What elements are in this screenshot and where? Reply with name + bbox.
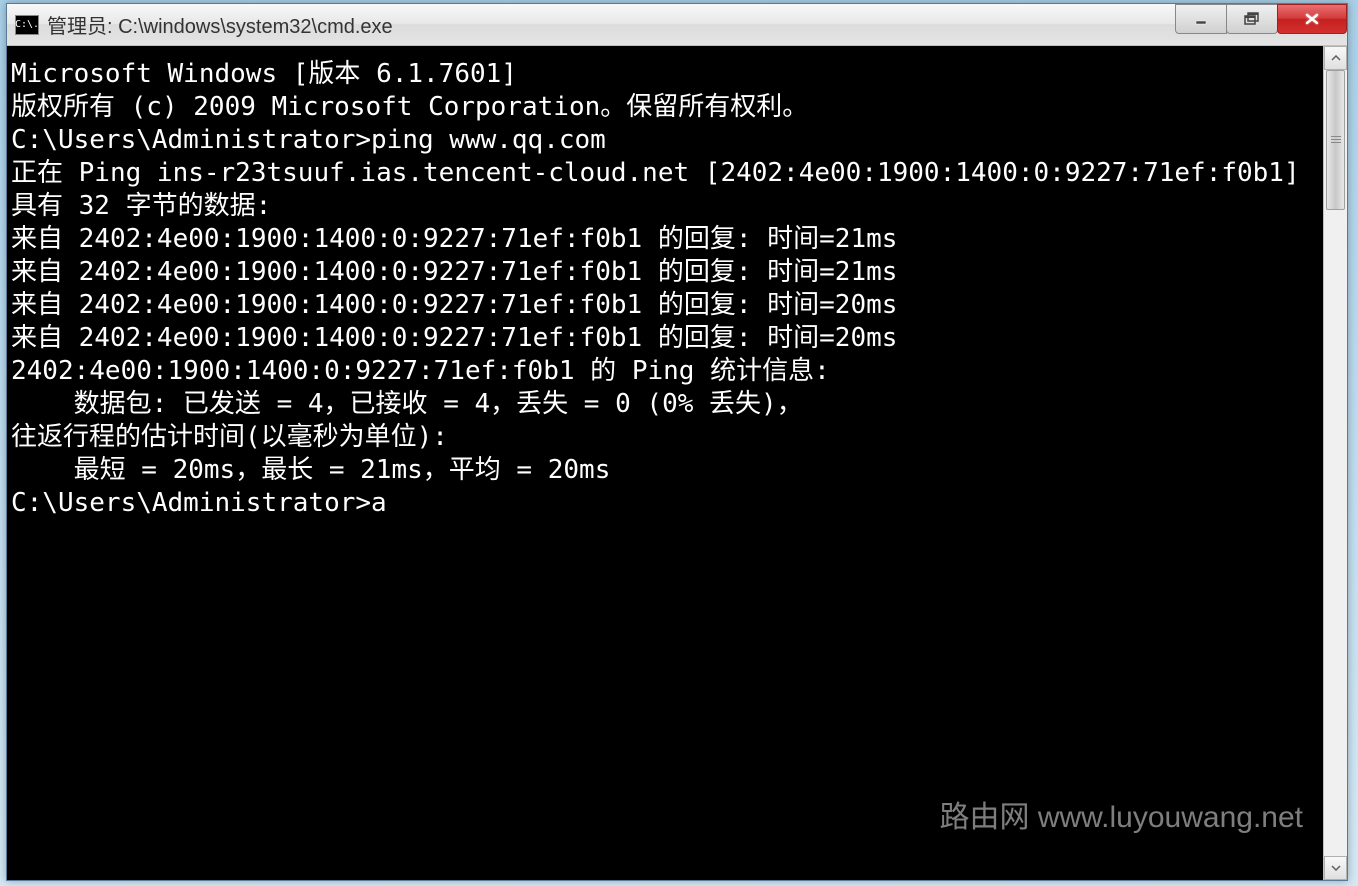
scrollbar: [1323, 46, 1347, 880]
cmd-icon: C:\.: [15, 15, 39, 35]
terminal-line: 正在 Ping ins-r23tsuuf.ias.tencent-cloud.n…: [11, 157, 1323, 223]
close-button[interactable]: [1277, 4, 1347, 34]
content-area: Microsoft Windows [版本 6.1.7601]版权所有 (c) …: [7, 46, 1347, 880]
terminal-line: 版权所有 (c) 2009 Microsoft Corporation。保留所有…: [11, 91, 1323, 124]
window-controls: [1176, 4, 1347, 36]
terminal-output[interactable]: Microsoft Windows [版本 6.1.7601]版权所有 (c) …: [7, 46, 1323, 880]
scroll-down-button[interactable]: [1324, 856, 1347, 880]
terminal-line: Microsoft Windows [版本 6.1.7601]: [11, 58, 1323, 91]
terminal-line: 2402:4e00:1900:1400:0:9227:71ef:f0b1 的 P…: [11, 355, 1323, 388]
terminal-line: 来自 2402:4e00:1900:1400:0:9227:71ef:f0b1 …: [11, 256, 1323, 289]
window-title: 管理员: C:\windows\system32\cmd.exe: [47, 10, 1176, 39]
scroll-thumb[interactable]: [1326, 70, 1345, 210]
chevron-down-icon: [1331, 865, 1341, 871]
cmd-window: C:\. 管理员: C:\windows\system32\cmd.exe: [6, 3, 1348, 881]
terminal-line: 来自 2402:4e00:1900:1400:0:9227:71ef:f0b1 …: [11, 322, 1323, 355]
scroll-up-button[interactable]: [1324, 46, 1347, 70]
terminal-line: 往返行程的估计时间(以毫秒为单位):: [11, 421, 1323, 454]
terminal-line: 数据包: 已发送 = 4，已接收 = 4，丢失 = 0 (0% 丢失)，: [11, 388, 1323, 421]
maximize-button[interactable]: [1226, 4, 1278, 34]
titlebar[interactable]: C:\. 管理员: C:\windows\system32\cmd.exe: [7, 4, 1347, 46]
chevron-up-icon: [1331, 55, 1341, 61]
terminal-line: C:\Users\Administrator>ping www.qq.com: [11, 124, 1323, 157]
minimize-icon: [1194, 12, 1208, 26]
terminal-line: 最短 = 20ms，最长 = 21ms，平均 = 20ms: [11, 454, 1323, 487]
scroll-track[interactable]: [1324, 70, 1347, 856]
terminal-line: C:\Users\Administrator>a: [11, 487, 1323, 520]
terminal-line: 来自 2402:4e00:1900:1400:0:9227:71ef:f0b1 …: [11, 223, 1323, 256]
maximize-icon: [1244, 12, 1260, 26]
close-icon: [1303, 12, 1321, 26]
cmd-icon-text: C:\.: [15, 19, 39, 30]
terminal-line: 来自 2402:4e00:1900:1400:0:9227:71ef:f0b1 …: [11, 289, 1323, 322]
minimize-button[interactable]: [1175, 4, 1227, 34]
